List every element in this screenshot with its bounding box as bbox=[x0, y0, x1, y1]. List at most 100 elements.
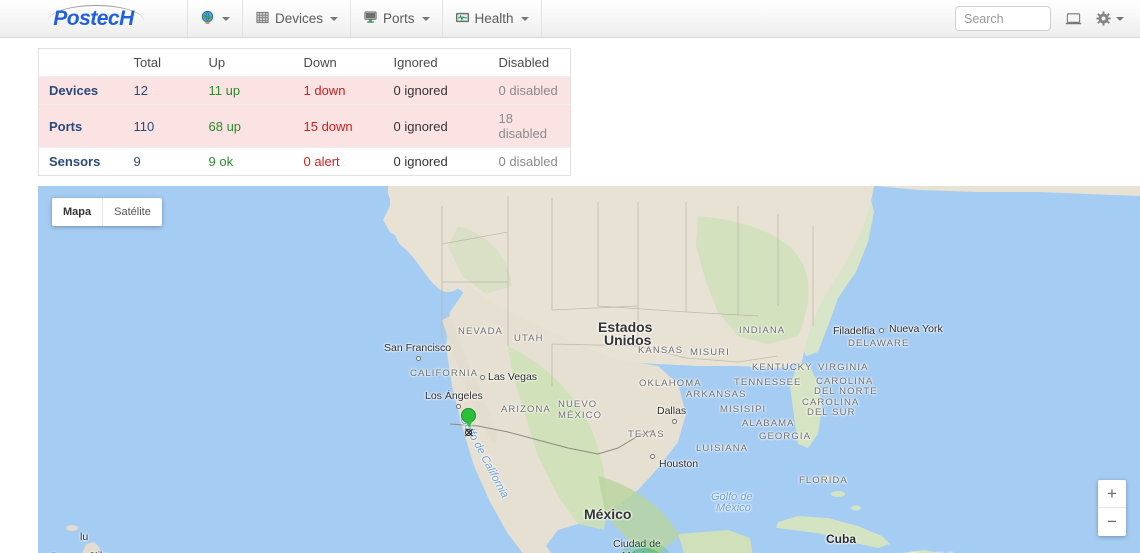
navbar-right-section bbox=[955, 0, 1140, 37]
map-label: VIRGINIA bbox=[818, 362, 869, 373]
row-label-devices[interactable]: Devices bbox=[38, 76, 134, 105]
nav-item-devices[interactable]: Devices bbox=[243, 0, 352, 37]
map-city-dot bbox=[672, 419, 677, 424]
row-label-sensors[interactable]: Sensors bbox=[38, 147, 134, 176]
col-header-up: Up bbox=[208, 48, 304, 77]
map-label: ARKANSAS bbox=[686, 389, 747, 400]
map-city-dot bbox=[480, 375, 485, 380]
cell-down[interactable]: 15 down bbox=[303, 104, 394, 148]
nav-item-ports-label: Ports bbox=[383, 11, 415, 26]
row-label-ports[interactable]: Ports bbox=[38, 104, 134, 148]
col-header-ignored: Ignored bbox=[393, 48, 499, 77]
map-label: OKLAHOMA bbox=[639, 378, 702, 389]
map-label: TENNESSEE bbox=[734, 377, 802, 388]
map-label: NEVADA bbox=[458, 326, 503, 337]
map-type-control: Mapa Satélite bbox=[52, 198, 162, 226]
navbar: PostecH Devices Ports Health Search bbox=[0, 0, 1140, 38]
table-row[interactable]: Sensors 9 9 ok 0 alert 0 ignored 0 disab… bbox=[38, 147, 571, 176]
map-marker-san-diego[interactable] bbox=[461, 408, 476, 423]
map-label: LUISIANA bbox=[696, 443, 749, 454]
map-label: UTAH bbox=[514, 333, 544, 344]
map-zoom-control: + − bbox=[1098, 480, 1126, 536]
navbar-spacer bbox=[542, 0, 955, 37]
map-type-mapa[interactable]: Mapa bbox=[52, 198, 102, 226]
cell-disabled[interactable]: 0 disabled bbox=[498, 147, 571, 176]
map-label: DEL SUR bbox=[807, 407, 856, 418]
map-label: San Francisco bbox=[384, 342, 452, 354]
health-icon bbox=[455, 10, 470, 28]
map-label: ARIZONA bbox=[501, 404, 551, 415]
map-label: CALIFORNIA bbox=[410, 368, 479, 379]
chevron-down-icon bbox=[222, 16, 230, 21]
search-input[interactable] bbox=[955, 6, 1051, 31]
map-label: Dallas bbox=[657, 405, 687, 417]
stats-section: Total Up Down Ignored Disabled Devices 1… bbox=[0, 38, 1140, 176]
brand-text: PostecH bbox=[53, 6, 134, 30]
map-label: Las Vegas bbox=[488, 371, 538, 383]
cell-up[interactable]: 9 ok bbox=[208, 147, 304, 176]
zoom-in-button[interactable]: + bbox=[1098, 480, 1126, 508]
cell-total[interactable]: 9 bbox=[133, 147, 209, 176]
map-label: KANSAS bbox=[638, 345, 684, 356]
cell-disabled[interactable]: 0 disabled bbox=[498, 76, 571, 105]
col-header-disabled: Disabled bbox=[498, 48, 571, 77]
map-widget[interactable]: lu Hilo NEVADA UTAH San Francisco CALIFO… bbox=[38, 186, 1140, 553]
cell-total[interactable]: 110 bbox=[133, 104, 209, 148]
ports-icon bbox=[363, 10, 378, 28]
cell-down[interactable]: 1 down bbox=[303, 76, 394, 105]
map-label: NUEVO bbox=[558, 399, 598, 410]
map-label: INDIANA bbox=[739, 325, 786, 336]
table-row[interactable]: Ports 110 68 up 15 down 0 ignored 18 dis… bbox=[38, 104, 571, 148]
monitor-icon[interactable] bbox=[1065, 11, 1082, 27]
map-marker-anchor bbox=[465, 429, 472, 436]
table-row[interactable]: Devices 12 11 up 1 down 0 ignored 0 disa… bbox=[38, 76, 571, 105]
map-label: DELAWARE bbox=[848, 338, 910, 349]
gear-icon[interactable] bbox=[1096, 11, 1124, 26]
nav-item-globe[interactable] bbox=[188, 0, 243, 37]
map-landmass-graphics bbox=[66, 186, 1140, 553]
stats-table-head: Total Up Down Ignored Disabled bbox=[38, 48, 571, 77]
map-label: GEORGIA bbox=[759, 431, 812, 442]
stats-table-body: Devices 12 11 up 1 down 0 ignored 0 disa… bbox=[38, 76, 571, 176]
nav-item-health-label: Health bbox=[474, 11, 514, 26]
col-header-total: Total bbox=[133, 48, 209, 77]
map-label: DEL NORTE bbox=[814, 386, 878, 397]
cell-ignored[interactable]: 0 ignored bbox=[393, 104, 499, 148]
map-label: México bbox=[716, 502, 751, 514]
map-label: Los Ángeles bbox=[425, 390, 483, 402]
devices-icon bbox=[255, 10, 270, 28]
map-label: Nueva York bbox=[889, 323, 943, 335]
map-type-satelite[interactable]: Satélite bbox=[102, 198, 162, 226]
cell-disabled[interactable]: 18 disabled bbox=[498, 104, 571, 148]
chevron-down-icon bbox=[1116, 16, 1124, 21]
map-label: MISISIPI bbox=[720, 404, 767, 415]
col-header-blank bbox=[38, 48, 134, 77]
map-city-dot bbox=[879, 328, 884, 333]
col-header-down: Down bbox=[303, 48, 394, 77]
cell-up[interactable]: 68 up bbox=[208, 104, 304, 148]
chevron-down-icon bbox=[520, 16, 529, 21]
map-label: Filadelfia bbox=[833, 325, 876, 337]
cell-ignored[interactable]: 0 ignored bbox=[393, 76, 499, 105]
map-label: MÉXICO bbox=[558, 410, 603, 421]
cell-total[interactable]: 12 bbox=[133, 76, 209, 105]
globe-icon bbox=[200, 10, 215, 28]
map-label: Houston bbox=[659, 458, 699, 470]
cell-ignored[interactable]: 0 ignored bbox=[393, 147, 499, 176]
brand-logo[interactable]: PostecH bbox=[0, 0, 188, 37]
nav-item-health[interactable]: Health bbox=[443, 0, 542, 37]
chevron-down-icon bbox=[421, 16, 430, 21]
map-label: Ciudad de bbox=[613, 538, 661, 550]
map-city-dot bbox=[650, 454, 655, 459]
nav-item-ports[interactable]: Ports bbox=[351, 0, 443, 37]
cell-down[interactable]: 0 alert bbox=[303, 147, 394, 176]
map-label: KENTUCKY bbox=[752, 362, 813, 373]
map-label: lu bbox=[80, 531, 89, 543]
stats-table: Total Up Down Ignored Disabled Devices 1… bbox=[38, 48, 571, 176]
map-city-dot bbox=[456, 404, 461, 409]
map-label: ALABAMA bbox=[742, 418, 795, 429]
cell-up[interactable]: 11 up bbox=[208, 76, 304, 105]
zoom-out-button[interactable]: − bbox=[1098, 508, 1126, 536]
map-label: FLORIDA bbox=[799, 475, 848, 486]
map-label: Cuba bbox=[826, 532, 856, 546]
